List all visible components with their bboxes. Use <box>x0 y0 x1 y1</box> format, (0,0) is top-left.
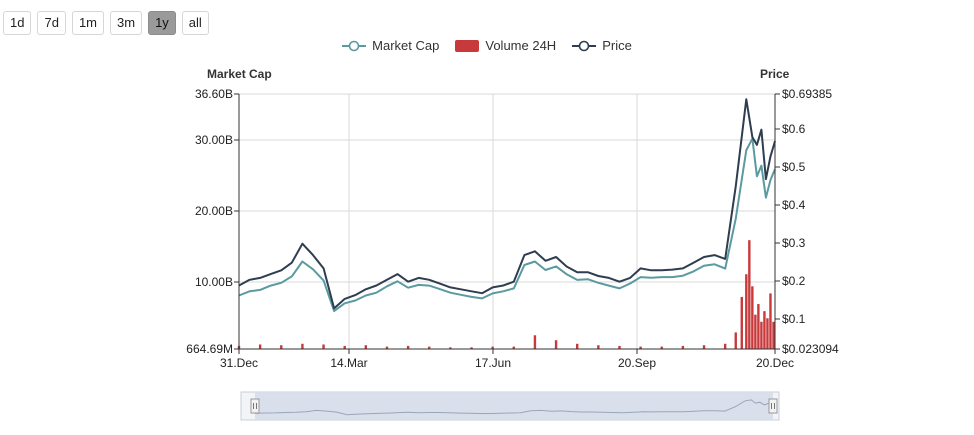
series-line-market-cap <box>238 137 776 313</box>
volume-bar <box>576 343 579 349</box>
navigator-handle-right[interactable] <box>768 398 778 414</box>
volume-bar <box>597 345 600 349</box>
volume-bar <box>772 321 775 349</box>
right-tick-label: $0.3 <box>782 236 806 250</box>
volume-bar <box>754 314 757 349</box>
left-tick-label: 30.00B <box>195 133 233 147</box>
volume-bar <box>745 274 748 349</box>
volume-bar <box>757 304 760 349</box>
volume-bar <box>769 293 772 349</box>
volume-bar <box>723 343 727 349</box>
navigator-handle-grip <box>250 398 260 414</box>
navigator-handle-left[interactable] <box>250 398 260 414</box>
x-tick-label: 17.Jun <box>475 356 511 370</box>
left-tick-label: 664.69M <box>186 342 233 356</box>
volume-bar <box>702 345 706 349</box>
volume-bar <box>748 240 751 349</box>
right-tick-label: $0.5 <box>782 160 806 174</box>
x-tick-label: 31.Dec <box>220 356 258 370</box>
volume-bar <box>364 345 368 349</box>
volume-bar <box>533 335 537 349</box>
right-tick-label: $0.4 <box>782 198 806 212</box>
chart-grid <box>238 93 776 350</box>
left-axis-title: Market Cap <box>207 67 272 81</box>
volume-bar <box>301 343 304 349</box>
right-axis-title: Price <box>760 67 790 81</box>
volume-bars <box>237 240 775 349</box>
right-tick-label: $0.6 <box>782 122 806 136</box>
price-chart: 36.60B 30.00B 20.00B 10.00B 664.69M $0.69385 $… <box>186 67 839 421</box>
volume-bar <box>280 345 283 349</box>
left-tick-label: 20.00B <box>195 204 233 218</box>
navigator-selection <box>255 392 773 420</box>
left-tick-label: 36.60B <box>195 87 233 101</box>
right-tick-label: $0.023094 <box>782 342 839 356</box>
series-lines <box>238 98 776 313</box>
left-tick-label: 10.00B <box>195 275 233 289</box>
volume-bar <box>766 318 769 349</box>
volume-bar <box>751 286 754 349</box>
time-navigator[interactable] <box>240 391 780 421</box>
right-tick-label: $0.2 <box>782 274 806 288</box>
volume-bar <box>322 344 325 349</box>
volume-bar <box>760 321 763 349</box>
right-tick-label: $0.1 <box>782 312 806 326</box>
volume-bar <box>740 296 743 349</box>
x-tick-label: 20.Dec <box>756 356 794 370</box>
navigator-handle-grip <box>768 398 778 414</box>
x-tick-label: 20.Sep <box>618 356 656 370</box>
volume-bar <box>763 311 766 349</box>
right-tick-label: $0.69385 <box>782 87 832 101</box>
volume-bar <box>258 344 262 349</box>
x-tick-label: 14.Mar <box>330 356 367 370</box>
volume-bar <box>734 332 737 349</box>
volume-bar <box>554 340 558 349</box>
